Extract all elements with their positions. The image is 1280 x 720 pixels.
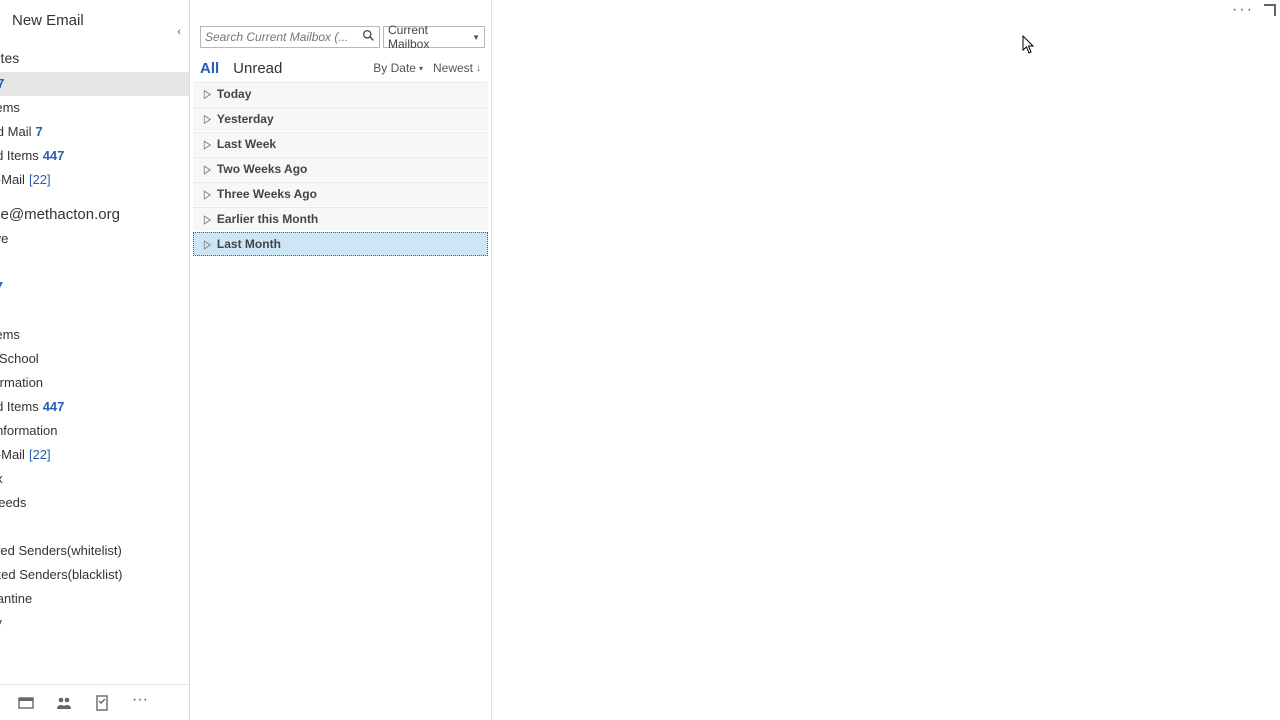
folder-label: chive [0, 231, 8, 246]
folder-item[interactable]: read Mail 7 [0, 120, 189, 144]
folder-label: lney [0, 615, 2, 630]
date-group-header[interactable]: ▷ Three Weeks Ago [193, 182, 488, 206]
folder-item[interactable]: Information [0, 371, 189, 395]
folder-item[interactable]: it Items [0, 323, 189, 347]
expand-chevron-icon: ▷ [204, 187, 211, 201]
folder-label: it Items [0, 100, 20, 115]
favorites-header[interactable]: vorites [0, 40, 189, 72]
folder-item[interactable]: chive [0, 227, 189, 251]
folder-item[interactable]: tbox [0, 467, 189, 491]
more-options-icon[interactable]: ··· [1232, 5, 1254, 15]
message-list-pane: Current Mailbox ▼ All Unread By Date ▾ N… [190, 0, 492, 720]
date-group-label: Three Weeks Ago [217, 187, 317, 201]
search-scope-label: Current Mailbox [388, 23, 468, 51]
folder-item[interactable]: lney [0, 611, 189, 635]
expand-chevron-icon: ▷ [204, 212, 211, 226]
expand-chevron-icon: ▷ [204, 87, 211, 101]
search-input-wrapper[interactable] [200, 26, 380, 48]
expand-chevron-icon: ▷ [204, 137, 211, 151]
unread-count-badge: 7 [35, 124, 42, 139]
collapse-nav-chevron-icon[interactable]: ‹ [177, 26, 181, 38]
expand-pane-icon[interactable] [1264, 4, 1276, 16]
count-bracket: [22] [29, 172, 51, 187]
date-group-label: Yesterday [217, 112, 274, 126]
folder-item[interactable]: S Feeds [0, 491, 189, 515]
folder-label: uarantine [0, 591, 32, 606]
folder-label: eted Items [0, 399, 39, 414]
folder-label: read Mail [0, 124, 31, 139]
chevron-down-icon: ▾ [419, 64, 423, 73]
folder-item[interactable]: llowed Senders(whitelist) [0, 539, 189, 563]
folder-item[interactable]: werSchool [0, 347, 189, 371]
folder-label: it Items [0, 327, 20, 342]
folder-item[interactable]: eted Items 447 [0, 144, 189, 168]
unread-count-badge: 447 [43, 399, 65, 414]
folder-label: th Information [0, 423, 58, 438]
filter-tab-all[interactable]: All [200, 60, 219, 77]
filter-tab-unread[interactable]: Unread [233, 60, 282, 77]
date-group-label: Last Month [217, 237, 281, 251]
folder-item[interactable]: locked Senders(blacklist) [0, 563, 189, 587]
tasks-view-icon[interactable] [94, 695, 110, 711]
mail-view-icon[interactable] [18, 695, 34, 711]
folder-item[interactable]: th Information [0, 419, 189, 443]
date-group-header[interactable]: ▷ Today [193, 82, 488, 106]
folder-item[interactable]: uarantine [0, 587, 189, 611]
more-views-icon[interactable]: ··· [132, 695, 148, 711]
folder-label: locked Senders(blacklist) [0, 567, 123, 582]
expand-chevron-icon: ▷ [204, 237, 211, 251]
chevron-down-icon: ▼ [472, 33, 480, 42]
folder-label: llowed Senders(whitelist) [0, 543, 122, 558]
folder-label: S Feeds [0, 495, 26, 510]
arrow-down-icon: ↓ [476, 63, 481, 74]
count-bracket: [22] [29, 447, 51, 462]
search-input[interactable] [205, 30, 362, 44]
unread-count-badge: 447 [43, 148, 65, 163]
expand-chevron-icon: ▷ [204, 112, 211, 126]
date-group-label: Earlier this Month [217, 212, 318, 226]
folder-label: k E-Mail [0, 447, 25, 462]
date-group-header[interactable]: ▷ Earlier this Month [193, 207, 488, 231]
sort-by-label: By Date [373, 61, 416, 75]
search-icon[interactable] [362, 29, 375, 45]
folder-item[interactable]: ox7 [0, 72, 189, 96]
folder-label: eted Items [0, 148, 39, 163]
date-group-label: Two Weeks Ago [217, 162, 307, 176]
date-group-label: Today [217, 87, 251, 101]
folder-label: k E-Mail [0, 172, 25, 187]
folder-item[interactable]: eted Items 447 [0, 395, 189, 419]
reading-pane: ··· [492, 0, 1280, 720]
unread-count-badge: 7 [0, 279, 3, 294]
sort-order-label: Newest [433, 61, 473, 75]
date-group-label: Last Week [217, 137, 276, 151]
date-group-header[interactable]: ▷ Last Month [193, 232, 488, 256]
new-email-button[interactable]: New Email [0, 0, 189, 40]
unread-count-badge: 7 [0, 76, 4, 91]
folder-item[interactable]: ox7 [0, 275, 189, 299]
folder-item[interactable]: k E-Mail [22] [0, 168, 189, 192]
folder-label: tbox [0, 471, 3, 486]
folder-label: Information [0, 375, 43, 390]
folder-item[interactable]: m [0, 251, 189, 275]
folder-item[interactable]: k E-Mail [22] [0, 443, 189, 467]
search-scope-dropdown[interactable]: Current Mailbox ▼ [383, 26, 485, 48]
new-email-label: New Email [12, 12, 84, 29]
account-header[interactable]: Dale@methacton.org [0, 192, 189, 227]
date-group-header[interactable]: ▷ Last Week [193, 132, 488, 156]
folder-item[interactable]: it Items [0, 96, 189, 120]
sort-order-toggle[interactable]: Newest ↓ [433, 61, 481, 75]
date-group-header[interactable]: ▷ Yesterday [193, 107, 488, 131]
expand-chevron-icon: ▷ [204, 162, 211, 176]
folder-label: werSchool [0, 351, 39, 366]
folder-nav-pane: New Email ‹ vorites ox7 it Items read Mail… [0, 0, 190, 720]
sort-by-dropdown[interactable]: By Date ▾ [373, 61, 423, 75]
folder-item[interactable]: fts [0, 299, 189, 323]
date-group-header[interactable]: ▷ Two Weeks Ago [193, 157, 488, 181]
nav-switcher-bar: ··· [0, 684, 189, 720]
folder-item[interactable]: am [0, 515, 189, 539]
people-view-icon[interactable] [56, 695, 72, 711]
